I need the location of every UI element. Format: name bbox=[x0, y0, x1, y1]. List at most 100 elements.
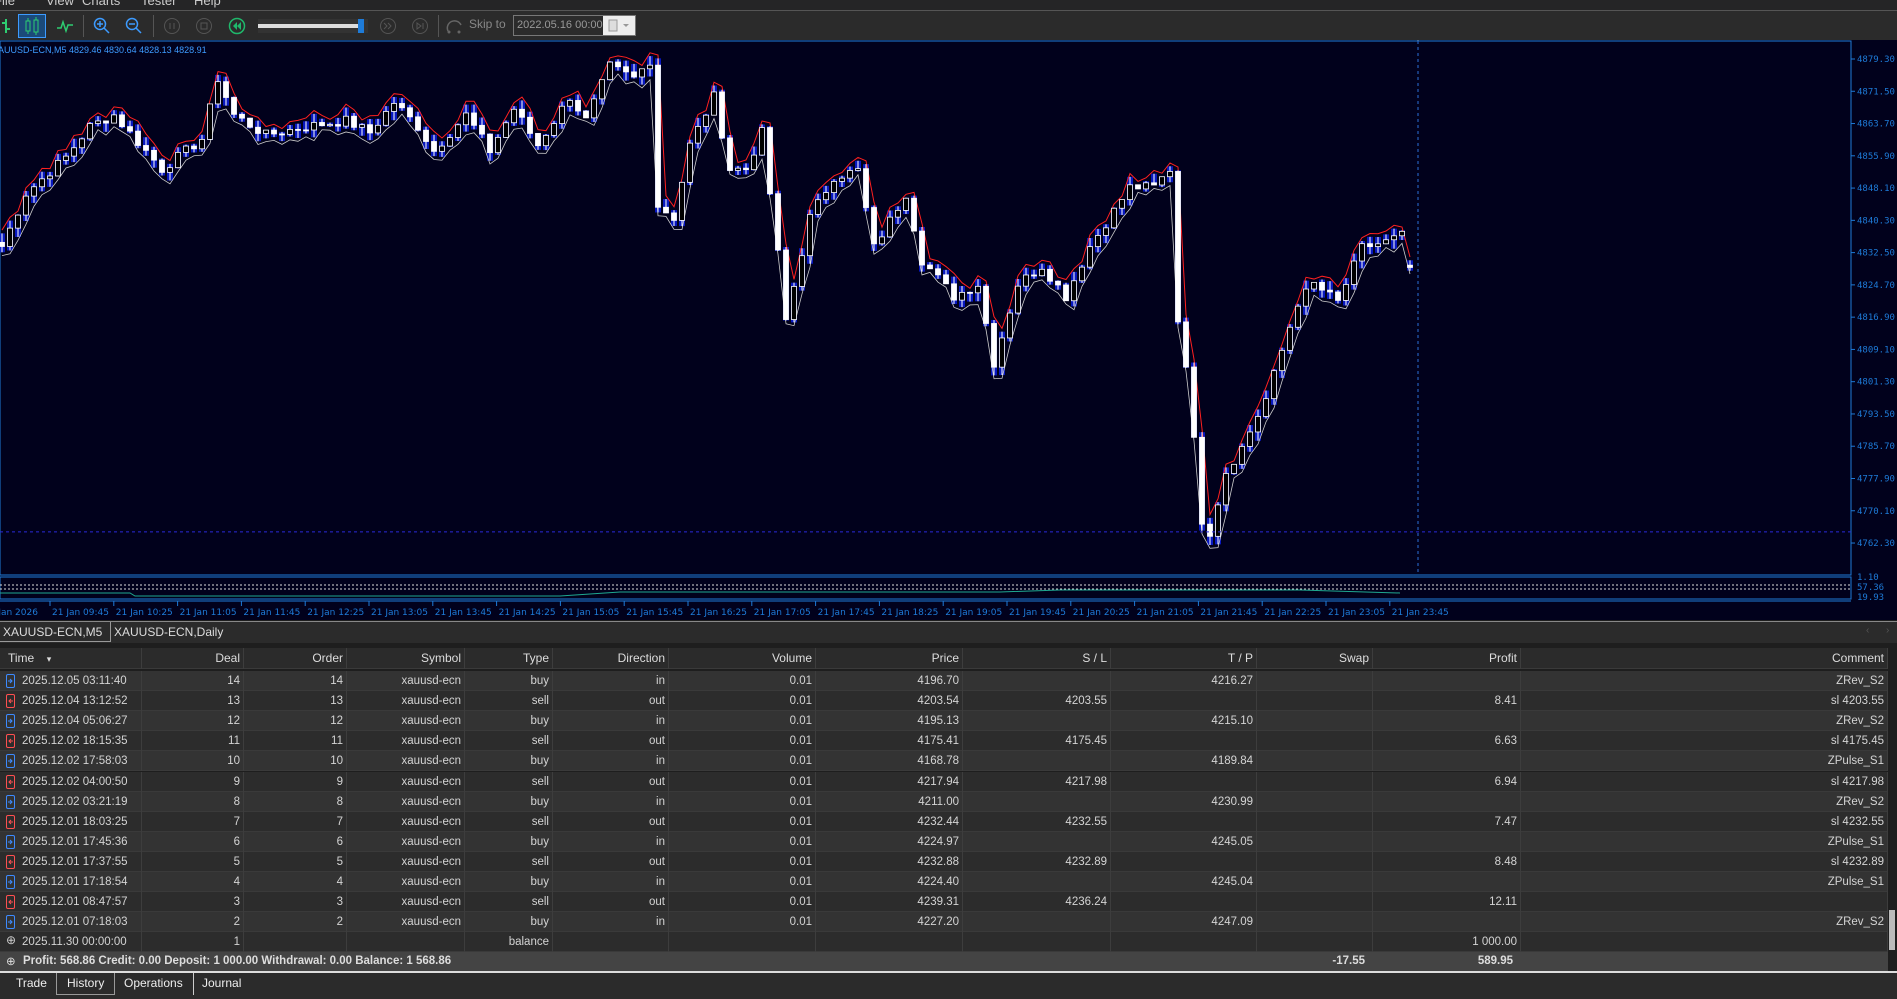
table-row[interactable]: 2025.12.01 17:45:36 6 6 xauusd-ecn buy in 0.01… bbox=[0, 831, 1888, 852]
time-tick-label: 21 Jan 21:05 bbox=[1137, 608, 1194, 618]
table-row[interactable]: 2025.12.04 13:12:52 13 13 xauusd-ecn sell out… bbox=[0, 691, 1888, 712]
candle-body bbox=[1167, 171, 1173, 178]
tab-history[interactable]: History bbox=[56, 973, 116, 995]
line-chart-icon[interactable] bbox=[53, 14, 77, 38]
tab-operations[interactable]: Operations bbox=[114, 973, 194, 995]
table-row[interactable]: 2025.12.01 17:18:54 4 4 xauusd-ecn buy in 0.01… bbox=[0, 872, 1888, 892]
bar-chart-icon[interactable] bbox=[0, 14, 18, 38]
cell-deal: 9 bbox=[142, 771, 244, 792]
cell-profit bbox=[1373, 751, 1521, 772]
candlestick-icon[interactable] bbox=[18, 14, 46, 38]
table-row[interactable]: 2025.12.02 04:00:50 9 9 xauusd-ecn sell out 0.… bbox=[0, 771, 1888, 792]
header-order[interactable]: Order bbox=[244, 648, 347, 669]
cell-profit: 6.63 bbox=[1373, 731, 1521, 752]
menu-help[interactable]: Help bbox=[194, 0, 221, 8]
candle-body bbox=[1375, 243, 1381, 247]
cell-comment: sl 4203.55 bbox=[1521, 691, 1888, 712]
candle-body bbox=[351, 115, 357, 128]
cell-price: 4239.31 bbox=[816, 892, 963, 913]
candle-body bbox=[1015, 285, 1021, 314]
chart-canvas[interactable]: 4879.30 4871.50 4863.70 4855.90 4848.10 4840.… bbox=[0, 40, 1897, 620]
table-row[interactable]: 2025.12.05 03:11:40 14 14 xauusd-ecn buy in 0.… bbox=[0, 671, 1888, 691]
header-profit[interactable]: Profit bbox=[1373, 648, 1521, 669]
candle-body bbox=[191, 145, 197, 150]
zoom-out-icon[interactable] bbox=[122, 14, 146, 38]
candle-body bbox=[855, 168, 861, 171]
slider-thumb[interactable] bbox=[358, 19, 364, 33]
candle-body bbox=[1119, 199, 1125, 209]
deal-in-icon bbox=[6, 834, 15, 852]
cell-deal: 2 bbox=[142, 912, 244, 933]
stop-icon[interactable] bbox=[192, 14, 216, 38]
cell-deal: 7 bbox=[142, 811, 244, 832]
price-chart[interactable]: 4879.30 4871.50 4863.70 4855.90 4848.10 4840.… bbox=[0, 40, 1897, 620]
header-time[interactable]: Time ▾ bbox=[0, 648, 142, 669]
header-deal[interactable]: Deal bbox=[142, 648, 244, 669]
chart-tab-daily[interactable]: XAUUSD-ECN,Daily bbox=[106, 622, 231, 642]
header-direction[interactable]: Direction bbox=[553, 648, 669, 669]
header-type[interactable]: Type bbox=[465, 648, 553, 669]
sort-desc-icon[interactable]: ▾ bbox=[44, 654, 52, 664]
skip-end-icon[interactable] bbox=[408, 14, 432, 38]
speed-slider[interactable] bbox=[258, 19, 368, 33]
header-tp[interactable]: T / P bbox=[1111, 648, 1257, 669]
table-row[interactable]: 2025.11.30 00:00:00 1 balance 1 000.00 ⊕ bbox=[0, 932, 1888, 953]
candle-body bbox=[823, 192, 829, 201]
table-row[interactable]: 2025.12.01 17:37:55 5 5 xauusd-ecn sell out 0.… bbox=[0, 851, 1888, 872]
tab-trade[interactable]: Trade bbox=[6, 973, 57, 995]
table-row[interactable]: 2025.12.02 03:21:19 8 8 xauusd-ecn buy in 0.01… bbox=[0, 791, 1888, 812]
time-tick-label: 21 Jan 19:45 bbox=[1009, 608, 1066, 618]
candle-body bbox=[391, 103, 397, 112]
subwindow-tick-label: 57.36 bbox=[1857, 583, 1884, 593]
zoom-in-icon[interactable] bbox=[90, 14, 114, 38]
cell-symbol: xauusd-ecn bbox=[347, 831, 465, 852]
time-tick-label: 21 Jan 13:45 bbox=[435, 608, 492, 618]
chart-tab-m5[interactable]: XAUUSD-ECN,M5 bbox=[0, 622, 112, 642]
cell-sl: 4232.55 bbox=[963, 811, 1111, 832]
time-tick-label: 21 Jan 23:45 bbox=[1392, 608, 1449, 618]
candle-body bbox=[511, 108, 517, 124]
header-price[interactable]: Price bbox=[816, 648, 963, 669]
candle-body bbox=[1335, 291, 1341, 301]
cell-comment: sl 4217.98 bbox=[1521, 771, 1888, 792]
menu-tester[interactable]: Tester bbox=[141, 0, 176, 8]
cell-deal: 4 bbox=[142, 872, 244, 892]
table-row[interactable]: 2025.12.04 05:06:27 12 12 xauusd-ecn buy in 0.… bbox=[0, 711, 1888, 732]
candle-body bbox=[1303, 288, 1309, 307]
menu-charts[interactable]: Charts bbox=[82, 0, 120, 8]
candle-body bbox=[135, 130, 141, 146]
cell-symbol bbox=[347, 932, 465, 953]
header-swap[interactable]: Swap bbox=[1257, 648, 1373, 669]
cell-volume: 0.01 bbox=[669, 872, 816, 892]
header-comment[interactable]: Comment bbox=[1521, 648, 1888, 669]
expand-icon[interactable]: ⊕ bbox=[6, 954, 16, 968]
candle-body bbox=[447, 137, 453, 147]
header-volume[interactable]: Volume bbox=[669, 648, 816, 669]
tab-journal[interactable]: Journal bbox=[192, 973, 251, 995]
table-row[interactable]: 2025.12.01 08:47:57 3 3 xauusd-ecn sell out 0.… bbox=[0, 892, 1888, 913]
pause-icon[interactable] bbox=[160, 14, 184, 38]
menu-view[interactable]: View bbox=[46, 0, 74, 8]
header-sl[interactable]: S / L bbox=[963, 648, 1111, 669]
header-symbol[interactable]: Symbol bbox=[347, 648, 465, 669]
rewind-icon[interactable] bbox=[225, 14, 249, 38]
candle-body bbox=[543, 134, 549, 147]
table-row[interactable]: 2025.12.01 07:18:03 2 2 xauusd-ecn buy in 0.01… bbox=[0, 912, 1888, 933]
calendar-icon[interactable] bbox=[603, 16, 635, 35]
menu-file[interactable]: File bbox=[0, 0, 15, 8]
fast-forward-icon[interactable] bbox=[376, 14, 400, 38]
table-row[interactable]: 2025.12.02 18:15:35 11 11 xauusd-ecn sell out… bbox=[0, 731, 1888, 752]
cell-direction: out bbox=[553, 892, 669, 913]
balance-icon: ⊕ bbox=[6, 933, 17, 948]
table-row[interactable]: 2025.12.01 18:03:25 7 7 xauusd-ecn sell out 0.… bbox=[0, 811, 1888, 832]
time-tick-label: 21 Jan 18:25 bbox=[881, 608, 938, 618]
table-row[interactable]: 2025.12.02 17:58:03 10 10 xauusd-ecn buy in 0.… bbox=[0, 751, 1888, 772]
cell-time: 2025.12.04 13:12:52 bbox=[0, 691, 142, 712]
tab-scroll-right-icon[interactable]: › bbox=[1886, 625, 1889, 636]
cell-symbol: xauusd-ecn bbox=[347, 731, 465, 752]
cell-price: 4211.00 bbox=[816, 791, 963, 812]
table-scrollbar[interactable] bbox=[1889, 910, 1895, 950]
cell-swap bbox=[1257, 731, 1373, 752]
tab-scroll-left-icon[interactable]: ‹ bbox=[1866, 625, 1869, 636]
cell-price: 4175.41 bbox=[816, 731, 963, 752]
